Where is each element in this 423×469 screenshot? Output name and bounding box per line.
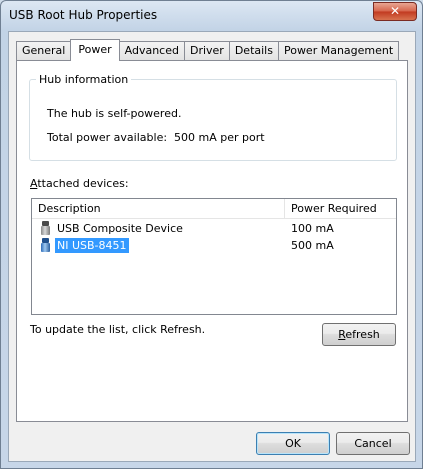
self-powered-text: The hub is self-powered. bbox=[47, 107, 182, 120]
update-instructions: To update the list, click Refresh. bbox=[30, 323, 206, 336]
usb-plug-gray-icon bbox=[41, 221, 50, 237]
tab-advanced[interactable]: Advanced bbox=[118, 41, 185, 61]
window-title: USB Root Hub Properties bbox=[9, 8, 158, 22]
device-power-required: 100 mA bbox=[291, 222, 334, 235]
tab-power-management[interactable]: Power Management bbox=[277, 41, 400, 61]
list-item[interactable]: NI USB-8451 500 mA bbox=[32, 238, 396, 254]
column-header-power-required[interactable]: Power Required bbox=[285, 199, 396, 219]
close-button[interactable]: ✕ bbox=[373, 2, 417, 21]
cancel-button[interactable]: Cancel bbox=[336, 432, 410, 455]
total-power-value: 500 mA per port bbox=[174, 131, 265, 144]
total-power-line: Total power available: 500 mA per port bbox=[47, 131, 265, 144]
column-header-description[interactable]: Description bbox=[32, 199, 285, 219]
tab-strip: General Power Advanced Driver Details Po… bbox=[16, 39, 400, 61]
title-bar[interactable]: USB Root Hub Properties ✕ bbox=[1, 1, 422, 31]
device-description: NI USB-8451 bbox=[55, 238, 129, 253]
device-description: USB Composite Device bbox=[57, 222, 183, 235]
tab-general[interactable]: General bbox=[16, 41, 72, 61]
device-power-required: 500 mA bbox=[291, 239, 334, 252]
tab-details[interactable]: Details bbox=[228, 41, 279, 61]
properties-window: USB Root Hub Properties ✕ General Power … bbox=[0, 0, 423, 469]
list-header: Description Power Required bbox=[32, 199, 396, 219]
close-icon: ✕ bbox=[389, 4, 401, 18]
usb-plug-blue-icon bbox=[41, 238, 50, 254]
tab-power[interactable]: Power bbox=[70, 39, 120, 61]
list-item[interactable]: USB Composite Device 100 mA bbox=[32, 221, 396, 237]
refresh-button[interactable]: Refresh bbox=[322, 323, 396, 346]
power-tab-panel: Hub information The hub is self-powered.… bbox=[16, 60, 408, 422]
tab-driver[interactable]: Driver bbox=[183, 41, 230, 61]
attached-devices-list[interactable]: Description Power Required USB Composite… bbox=[31, 198, 397, 315]
ok-button[interactable]: OK bbox=[256, 432, 330, 455]
dialog-client-area: General Power Advanced Driver Details Po… bbox=[8, 31, 416, 462]
attached-devices-label: Attached devices: bbox=[30, 177, 129, 190]
hub-information-group: Hub information The hub is self-powered.… bbox=[29, 73, 397, 161]
total-power-label: Total power available: bbox=[47, 131, 168, 144]
hub-information-legend: Hub information bbox=[39, 73, 129, 86]
